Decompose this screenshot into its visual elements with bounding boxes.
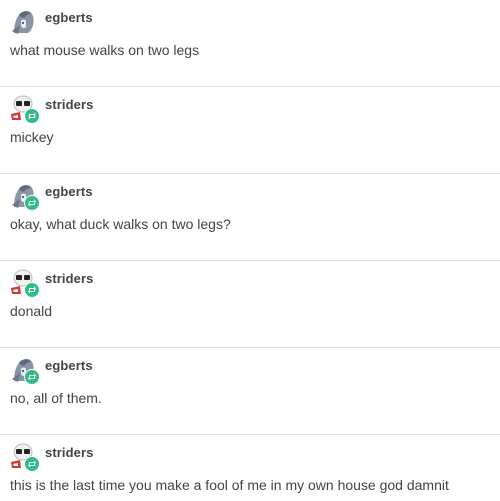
username[interactable]: striders [45,97,94,112]
reblog-icon [24,456,40,472]
egberts-avatar-icon[interactable] [8,353,40,385]
reblog-icon [24,108,40,124]
username[interactable]: egberts [45,358,93,373]
striders-avatar-icon[interactable] [8,440,40,472]
post: striders donald [0,261,500,348]
egberts-avatar-icon[interactable] [8,179,40,211]
post: egberts no, all of them. [0,348,500,435]
egberts-avatar-icon[interactable] [8,5,38,35]
reblog-icon [24,282,40,298]
post-message: mickey [10,129,54,145]
username[interactable]: egberts [45,184,93,199]
post: striders this is the last time you make … [0,435,500,501]
username[interactable]: striders [45,271,94,286]
post-message: okay, what duck walks on two legs? [10,216,231,232]
striders-avatar-icon[interactable] [8,266,40,298]
reblog-thread: egberts what mouse walks on two legs str… [0,0,500,501]
striders-avatar-icon[interactable] [8,92,40,124]
reblog-icon [24,195,40,211]
post: egberts okay, what duck walks on two leg… [0,174,500,261]
post-message: donald [10,303,53,319]
reblog-icon [24,369,40,385]
username[interactable]: striders [45,445,94,460]
post-message: this is the last time you make a fool of… [10,477,449,493]
username[interactable]: egberts [45,10,93,25]
post: striders mickey [0,87,500,174]
post-message: no, all of them. [10,390,102,406]
post: egberts what mouse walks on two legs [0,0,500,87]
post-message: what mouse walks on two legs [10,42,200,58]
